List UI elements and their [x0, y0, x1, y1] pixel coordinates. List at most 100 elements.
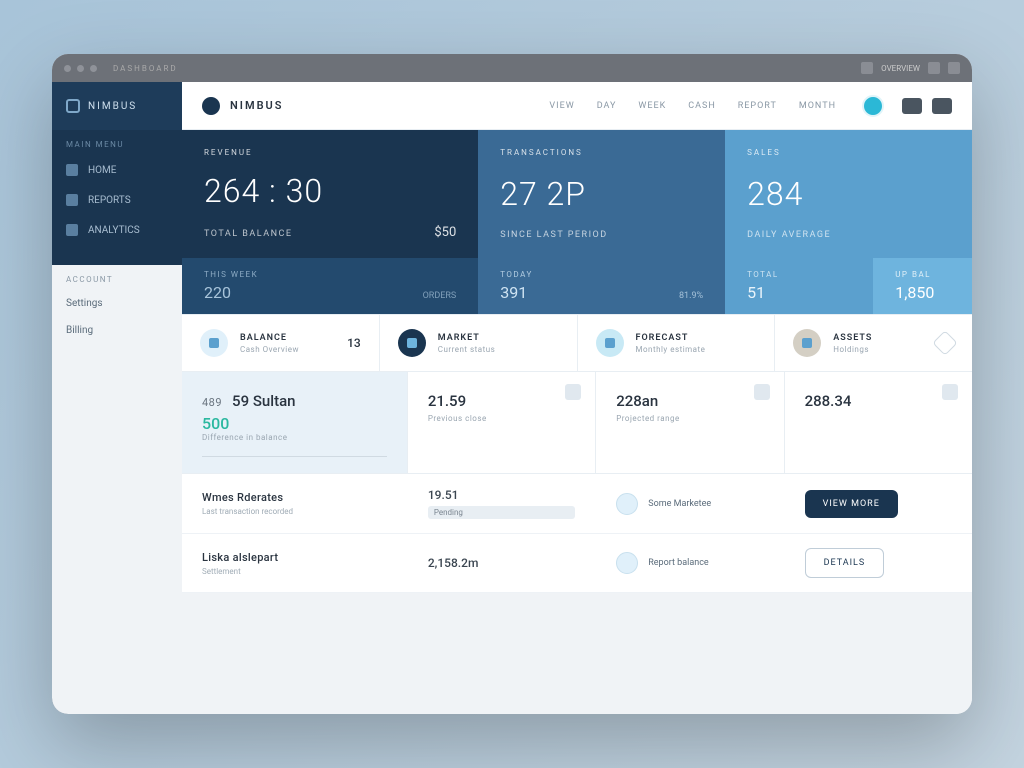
stat-secondary: $50 [434, 225, 456, 240]
list-badge: Report balance [616, 552, 763, 574]
sidebar-lower: ACCOUNT Settings Billing [52, 265, 182, 714]
chrome-label: OVERVIEW [881, 64, 920, 73]
app-window: DASHBOARD OVERVIEW NIMBUS MAIN MENU HOME… [52, 54, 972, 714]
list-badge: Some Marketee [616, 493, 763, 515]
substat-value: 391 [500, 283, 527, 302]
substat-week: THIS WEEK 220 ORDERS [182, 258, 478, 314]
status-badge: Pending [428, 506, 575, 519]
stat-transactions: TRANSACTIONS 27 2P SINCE LAST PERIOD [478, 130, 725, 258]
badge-text: Report balance [648, 558, 708, 568]
card-balance[interactable]: BALANCE Cash Overview 13 [182, 315, 379, 371]
stat-label: TRANSACTIONS [500, 148, 703, 157]
window-chrome: DASHBOARD OVERVIEW [52, 54, 972, 82]
info-icon[interactable] [565, 384, 581, 400]
substat-value: 51 [747, 283, 765, 302]
list-item: Liska alslepart Settlement 2,158.2m Repo… [182, 534, 972, 593]
more-icon[interactable] [948, 62, 960, 74]
card-forecast[interactable]: FORECAST Monthly estimate [578, 315, 775, 371]
metric-big: 59 Sultan [232, 392, 295, 410]
sub-stats-row: THIS WEEK 220 ORDERS TODAY 391 81.9% TOT… [182, 258, 972, 314]
traffic-light-min[interactable] [77, 65, 84, 72]
info-icon[interactable] [754, 384, 770, 400]
wallet-icon[interactable] [932, 98, 952, 114]
sidebar-item-reports[interactable]: REPORTS [52, 185, 182, 215]
details-button[interactable]: DETAILS [805, 548, 885, 578]
traffic-light-close[interactable] [64, 65, 71, 72]
badge-text: Some Marketee [648, 499, 711, 509]
sidebar-item-label: HOME [88, 165, 116, 176]
logo-icon [66, 99, 80, 113]
stat-value: 27 2P [500, 175, 703, 213]
card-title: FORECAST [636, 333, 757, 343]
nav-month[interactable]: MONTH [799, 101, 836, 111]
avatar[interactable] [862, 95, 884, 117]
list-sub: Settlement [202, 567, 387, 576]
topbar: NIMBUS VIEW DAY WEEK CASH REPORT MONTH [182, 82, 972, 130]
stat-value: 284 [747, 175, 950, 213]
nav-report[interactable]: REPORT [738, 101, 777, 111]
sidebar-item-label: Billing [66, 325, 93, 336]
list-title: Wmes Rderates [202, 491, 387, 504]
stat-label: SALES [747, 148, 950, 157]
app-logo-icon [202, 97, 220, 115]
bell-icon[interactable] [861, 62, 873, 74]
stat-sales: SALES 284 DAILY AVERAGE [725, 130, 972, 258]
card-title: BALANCE [240, 333, 335, 343]
balance-icon [200, 329, 228, 357]
stat-foot: SINCE LAST PERIOD [500, 230, 703, 240]
metric-sub: Previous close [428, 414, 575, 423]
card-title: ASSETS [833, 333, 924, 343]
card-title: MARKET [438, 333, 559, 343]
card-icon[interactable] [902, 98, 922, 114]
traffic-light-max[interactable] [90, 65, 97, 72]
nav-cash[interactable]: CASH [688, 101, 716, 111]
list-value: 2,158.2m [428, 556, 575, 570]
substat-today: TODAY 391 81.9% [478, 258, 725, 314]
sidebar-item-settings[interactable]: Settings [52, 290, 182, 317]
list-item: Wmes Rderates Last transaction recorded … [182, 474, 972, 534]
card-assets[interactable]: ASSETS Holdings [775, 315, 972, 371]
card-market[interactable]: MARKET Current status [380, 315, 577, 371]
nav-week[interactable]: WEEK [638, 101, 666, 111]
assets-icon [793, 329, 821, 357]
sidebar-item-analytics[interactable]: ANALYTICS [52, 215, 182, 245]
substat-label: UP BAL [895, 270, 950, 279]
stat-revenue: REVENUE 264 : 30 TOTAL BALANCE $50 [182, 130, 478, 258]
chart-icon [66, 194, 78, 206]
view-more-button[interactable]: VIEW MORE [805, 490, 898, 518]
sidebar-item-label: REPORTS [88, 195, 131, 206]
info-icon[interactable] [942, 384, 958, 400]
substat-label: TODAY [500, 270, 703, 279]
forecast-icon [596, 329, 624, 357]
main-content: NIMBUS VIEW DAY WEEK CASH REPORT MONTH [182, 82, 972, 714]
category-icon [616, 493, 638, 515]
sidebar: NIMBUS MAIN MENU HOME REPORTS ANALYTICS … [52, 82, 182, 714]
chrome-toolbar: OVERVIEW [861, 62, 960, 74]
nav-view[interactable]: VIEW [549, 101, 574, 111]
substat-label: TOTAL [747, 270, 851, 279]
stat-value: 264 : 30 [204, 172, 456, 210]
sidebar-item-billing[interactable]: Billing [52, 317, 182, 344]
home-icon [66, 164, 78, 176]
stat-foot: TOTAL BALANCE [204, 229, 292, 239]
sidebar-item-home[interactable]: HOME [52, 155, 182, 185]
card-number: 13 [347, 336, 361, 350]
metrics-row: 489 59 Sultan 500 Difference in balance … [182, 371, 972, 473]
grid-icon[interactable] [928, 62, 940, 74]
metric-3: 228an Projected range [596, 372, 783, 473]
metric-sub: Projected range [616, 414, 763, 423]
list-value: 19.51 [428, 488, 575, 502]
metric-big: 288.34 [805, 392, 952, 410]
brand-name: NIMBUS [88, 101, 137, 112]
tag-icon [932, 330, 957, 355]
card-sub: Current status [438, 345, 559, 354]
divider [202, 456, 387, 457]
stat-label: REVENUE [204, 148, 456, 157]
sidebar-section-label-2: ACCOUNT [52, 265, 182, 290]
metric-sub: Difference in balance [202, 433, 387, 442]
card-sub: Monthly estimate [636, 345, 757, 354]
nav-day[interactable]: DAY [597, 101, 617, 111]
market-icon [398, 329, 426, 357]
metric-big: 228an [616, 392, 763, 410]
metric-primary: 489 59 Sultan 500 Difference in balance [182, 372, 407, 473]
